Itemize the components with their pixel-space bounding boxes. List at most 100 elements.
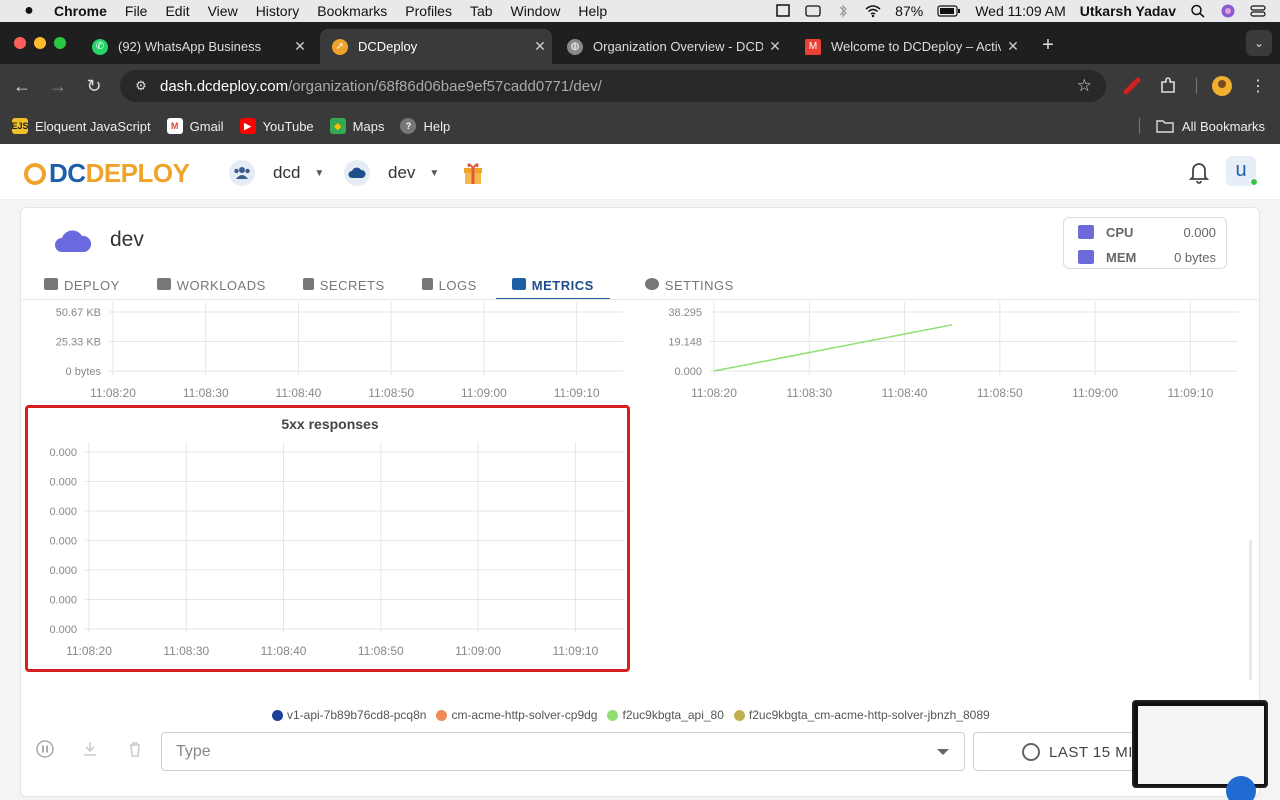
close-tab-icon[interactable]: ✕ <box>763 38 787 55</box>
menu-edit[interactable]: Edit <box>165 3 189 19</box>
extensions-puzzle-icon[interactable] <box>1158 74 1178 98</box>
bookmark-star-icon[interactable]: ☆ <box>1077 76 1092 96</box>
cpu-value: 0.000 <box>1183 224 1216 240</box>
browser-tab-org-overview[interactable]: ◍ Organization Overview - DCD ✕ <box>555 29 787 64</box>
metric-type-select[interactable]: Type <box>161 732 965 771</box>
menubar-clock[interactable]: Wed 11:09 AM <box>975 3 1066 19</box>
org-selector[interactable]: dcd ▼ <box>229 160 324 186</box>
bluetooth-icon[interactable] <box>835 4 851 18</box>
folder-icon <box>1156 120 1174 133</box>
gmail-icon: M <box>805 38 821 55</box>
battery-icon[interactable] <box>937 4 961 18</box>
bookmark-maps[interactable]: ◆ Maps <box>329 118 384 134</box>
macos-menu-bar: ● Chrome File Edit View History Bookmark… <box>0 0 1280 22</box>
chrome-menu-icon[interactable]: ⋮ <box>1250 74 1266 98</box>
legend-swatch <box>733 709 745 721</box>
env-name: dev <box>388 163 416 182</box>
bookmarks-bar: EJS Eloquent JavaScript M Gmail ▶ YouTub… <box>0 108 1280 144</box>
tab-workloads[interactable]: WORKLOADS <box>155 274 268 300</box>
legend-label: cm-acme-http-solver-cp9dg <box>451 708 598 722</box>
tab-search-icon[interactable]: ⌄ <box>1246 30 1272 56</box>
dcdeploy-logo[interactable]: DC DEPLOY <box>24 158 190 189</box>
bookmark-help[interactable]: ? Help <box>400 118 450 134</box>
address-bar[interactable]: ⚙ dash.dcdeploy.com/organization/68f86d0… <box>120 70 1106 102</box>
forward-icon[interactable]: → <box>46 74 70 98</box>
spotlight-search-icon[interactable] <box>1190 4 1206 18</box>
highlight-box <box>25 405 630 672</box>
bookmark-gmail[interactable]: M Gmail <box>166 118 224 134</box>
menu-view[interactable]: View <box>208 3 238 19</box>
time-range-button[interactable]: LAST 15 MINUTES <box>973 732 1153 771</box>
profile-avatar-icon[interactable] <box>1211 74 1233 98</box>
new-tab-icon[interactable]: + <box>1038 34 1058 57</box>
menu-tab[interactable]: Tab <box>470 3 493 19</box>
tab-deploy[interactable]: DEPLOY <box>42 274 122 300</box>
minimize-window-button[interactable] <box>34 37 46 49</box>
menu-help[interactable]: Help <box>578 3 607 19</box>
browser-tab-dcdeploy[interactable]: ➚ DCDeploy ✕ <box>320 29 552 64</box>
screen-mirroring-icon[interactable] <box>775 4 791 18</box>
browser-tab-strip: ✆ (92) WhatsApp Business ✕ ➚ DCDeploy ✕ … <box>0 22 1280 64</box>
tab-secrets[interactable]: SECRETS <box>301 274 387 300</box>
bookmark-youtube[interactable]: ▶ YouTube <box>239 118 314 134</box>
delete-icon[interactable] <box>126 740 144 758</box>
resource-usage-card: CPU 0.000 MEM 0 bytes <box>1063 217 1227 269</box>
gift-icon[interactable] <box>462 159 484 185</box>
close-tab-icon[interactable]: ✕ <box>288 38 312 55</box>
zoom-window-button[interactable] <box>54 37 66 49</box>
menu-profiles[interactable]: Profiles <box>405 3 452 19</box>
bookmarks-divider <box>1138 118 1140 134</box>
globe-icon: ◍ <box>567 38 583 55</box>
mem-label: MEM <box>1106 249 1137 265</box>
url-text[interactable]: dash.dcdeploy.com/organization/68f86d06b… <box>160 78 602 95</box>
close-tab-icon[interactable]: ✕ <box>1001 38 1025 55</box>
menu-bookmarks[interactable]: Bookmarks <box>317 3 387 19</box>
notification-bell-icon[interactable] <box>1188 160 1210 184</box>
close-window-button[interactable] <box>14 37 26 49</box>
wifi-icon[interactable] <box>865 4 881 18</box>
help-icon: ? <box>400 118 417 134</box>
reload-icon[interactable]: ↻ <box>82 74 106 98</box>
browser-tab-whatsapp[interactable]: ✆ (92) WhatsApp Business ✕ <box>80 29 312 64</box>
series-group <box>713 324 953 372</box>
back-icon[interactable]: ← <box>10 74 34 98</box>
all-bookmarks-button[interactable]: All Bookmarks <box>1138 118 1265 134</box>
browser-tab-gmail[interactable]: M Welcome to DCDeploy – Activ ✕ <box>793 29 1025 64</box>
chart-memory-usage: 50.67 KB 25.33 KB 0 bytes 11:08:20 11:08:30 1… <box>56 302 623 400</box>
menu-window[interactable]: Window <box>511 3 561 19</box>
pause-icon[interactable] <box>36 740 54 758</box>
chat-support-button[interactable] <box>1226 776 1256 800</box>
legend-item[interactable]: f2uc9kbgta_api_80 <box>607 708 724 722</box>
close-tab-icon[interactable]: ✕ <box>528 38 552 55</box>
screenshot-thumbnail[interactable] <box>1132 700 1268 788</box>
user-avatar[interactable]: u <box>1226 156 1258 186</box>
maps-icon: ◆ <box>329 118 346 134</box>
apple-menu-icon[interactable]: ● <box>20 2 38 20</box>
extension-red-icon[interactable] <box>1122 74 1142 98</box>
chevron-down-icon <box>937 749 949 755</box>
menu-history[interactable]: History <box>256 3 300 19</box>
url-path: /organization/68f86d06bae9ef57cadd0771/d… <box>288 77 602 95</box>
legend-item[interactable]: v1-api-7b89b76cd8-pcq8n <box>272 708 426 722</box>
bookmark-eloquent-js[interactable]: EJS Eloquent JavaScript <box>12 118 151 134</box>
logo-gear-icon <box>24 162 46 185</box>
env-selector[interactable]: dev ▼ <box>344 160 439 186</box>
list-icon <box>156 278 171 290</box>
bookmark-label: YouTube <box>262 118 314 134</box>
site-settings-icon[interactable]: ⚙ <box>132 78 150 94</box>
keyboard-icon[interactable] <box>805 4 821 18</box>
scrollbar[interactable] <box>1249 540 1252 680</box>
siri-icon[interactable] <box>1220 4 1236 18</box>
tab-title: Organization Overview - DCD <box>593 39 763 54</box>
tab-metrics[interactable]: METRICS <box>495 274 610 300</box>
download-icon[interactable] <box>81 740 99 758</box>
menubar-user[interactable]: Utkarsh Yadav <box>1080 3 1176 19</box>
menu-app-name[interactable]: Chrome <box>54 3 107 19</box>
tab-logs[interactable]: LOGS <box>420 274 479 300</box>
control-center-icon[interactable] <box>1250 4 1266 18</box>
chart-request-rate: 38.295 19.148 0.000 11:08:20 11:08:30 11:08:4… <box>668 302 1238 400</box>
legend-label: f2uc9kbgta_api_80 <box>622 708 724 722</box>
legend-item[interactable]: cm-acme-http-solver-cp9dg <box>436 708 597 722</box>
legend-item[interactable]: f2uc9kbgta_cm-acme-http-solver-jbnzh_808… <box>733 708 990 722</box>
menu-file[interactable]: File <box>125 3 148 19</box>
